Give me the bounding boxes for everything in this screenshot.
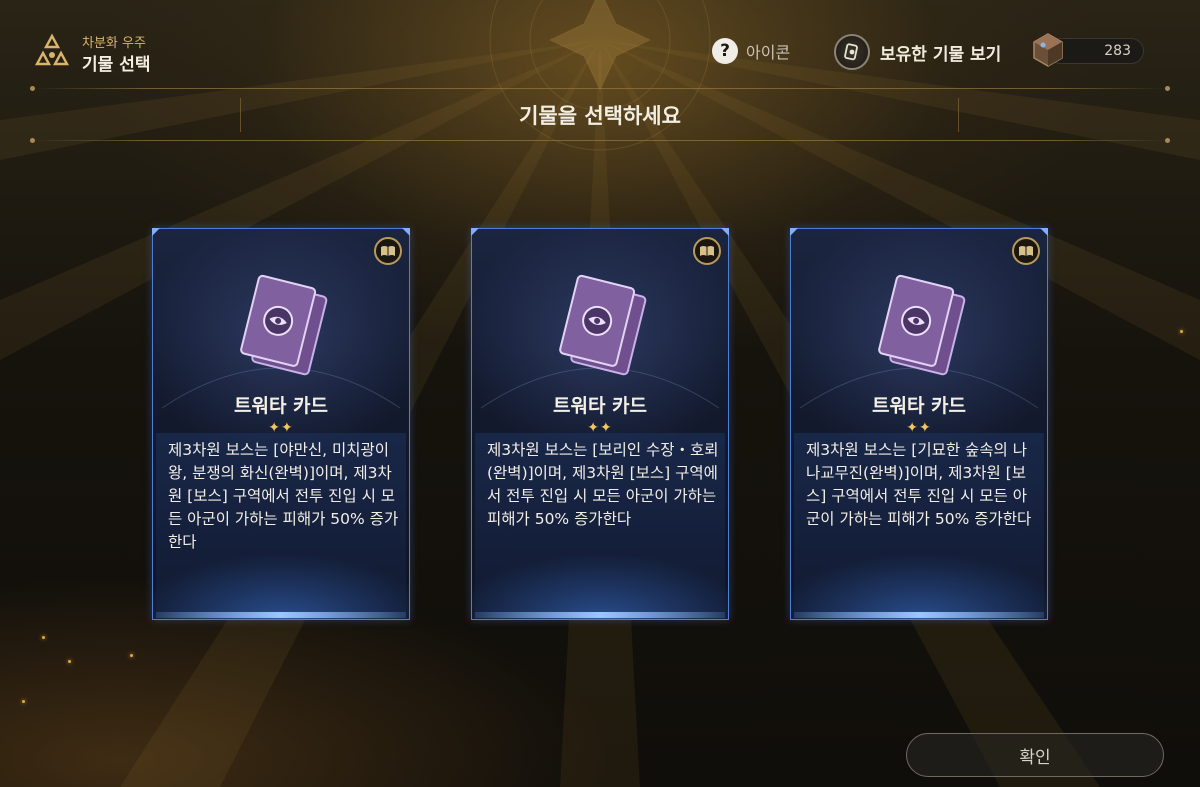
divider-dot xyxy=(30,86,35,91)
book-icon[interactable] xyxy=(1012,237,1040,265)
relic-icon xyxy=(834,34,870,70)
book-icon[interactable] xyxy=(374,237,402,265)
logo-triad-icon xyxy=(34,33,70,66)
top-bar: 차분화 우주 기물 선택 ? 아이콘 보유한 기물 보기 283 xyxy=(0,0,1200,90)
sparkle xyxy=(1180,330,1183,333)
currency-display: 283 xyxy=(1032,33,1144,67)
owned-relics-label: 보유한 기물 보기 xyxy=(880,44,1002,65)
card-description: 제3차원 보스는 [기묘한 숲속의 나나교무진(완벽)]이며, 제3차원 [보스… xyxy=(806,441,1032,528)
card-stack-icon xyxy=(559,274,647,376)
card-name: 트워타 카드 xyxy=(552,395,647,417)
sparkle xyxy=(22,700,25,703)
divider-dot xyxy=(1165,86,1170,91)
header-divider xyxy=(34,88,1166,89)
breadcrumb: 차분화 우주 xyxy=(82,36,146,51)
sparkle xyxy=(42,636,45,639)
help-label: 아이콘 xyxy=(746,43,791,62)
book-icon[interactable] xyxy=(693,237,721,265)
card-stack-icon xyxy=(878,274,966,376)
confirm-button[interactable]: 확인 xyxy=(906,733,1164,777)
card-bottom-glow xyxy=(794,612,1044,618)
card-bottom-glow xyxy=(156,612,406,618)
sparkle xyxy=(68,660,71,663)
card-description: 제3차원 보스는 [보리인 수장・호뢰(완벽)]이며, 제3차원 [보스] 구역… xyxy=(487,441,719,528)
card-stack-icon xyxy=(240,274,328,376)
gem-icon xyxy=(1033,33,1063,67)
heading-divider xyxy=(34,140,1166,141)
view-owned-relics-button[interactable]: 보유한 기물 보기 xyxy=(834,34,1001,70)
card-bottom-glow xyxy=(475,612,725,618)
page-title: 기물 선택 xyxy=(82,55,151,75)
relic-card[interactable]: 트워타 카드 ✦✦ 제3차원 보스는 [보리인 수장・호뢰(완벽)]이며, 제3… xyxy=(471,228,729,620)
card-name: 트워타 카드 xyxy=(233,395,328,417)
help-button[interactable]: ? 아이콘 xyxy=(712,38,790,64)
currency-value: 283 xyxy=(1104,43,1131,59)
relic-card[interactable]: 트워타 카드 ✦✦ 제3차원 보스는 [기묘한 숲속의 나나교무진(완벽)]이며… xyxy=(790,228,1048,620)
page-heading: 기물을 선택하세요 xyxy=(519,104,681,128)
card-name: 트워타 카드 xyxy=(871,395,966,417)
card-description: 제3차원 보스는 [야만신, 미치광이 왕, 분쟁의 화신(완벽)]이며, 제3… xyxy=(168,441,399,551)
divider-dot xyxy=(30,138,35,143)
divider-dot xyxy=(1165,138,1170,143)
sparkle xyxy=(130,654,133,657)
relic-card[interactable]: 트워타 카드 ✦✦ 제3차원 보스는 [야만신, 미치광이 왕, 분쟁의 화신(… xyxy=(152,228,410,620)
help-icon: ? xyxy=(712,38,738,64)
